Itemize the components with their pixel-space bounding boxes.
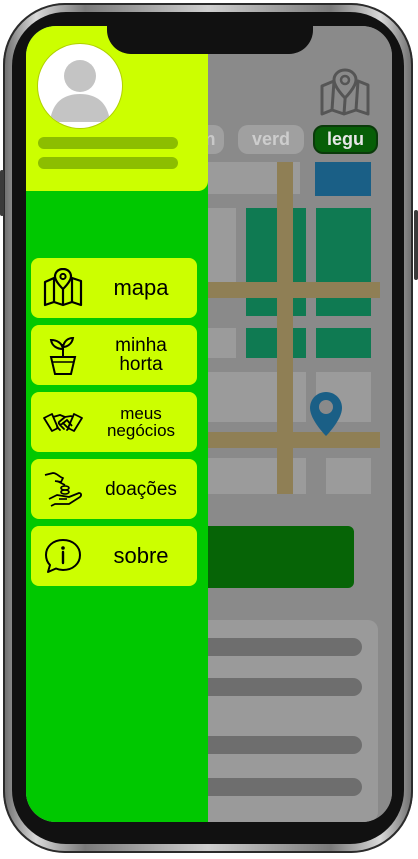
placeholder-line	[196, 778, 362, 796]
menu-item-sobre[interactable]: sobre	[31, 526, 197, 586]
map-location-icon[interactable]	[318, 68, 372, 118]
handshake-icon	[43, 413, 83, 432]
phone-notch	[107, 22, 313, 54]
menu-item-doacoes[interactable]: doações	[31, 459, 197, 519]
screen: n verd legu mapa minha horta meus negóci…	[26, 26, 392, 822]
map-pin-icon[interactable]	[308, 390, 344, 438]
map-green-area	[316, 328, 371, 358]
menu-label: minha horta	[115, 335, 167, 375]
placeholder-line	[196, 736, 362, 754]
power-button	[414, 210, 418, 280]
placeholder-line	[196, 638, 362, 656]
plant-pot-icon	[49, 336, 77, 375]
volume-button	[0, 170, 4, 216]
menu-item-minha-horta[interactable]: minha horta	[31, 325, 197, 385]
map-blue-area	[315, 162, 371, 196]
primary-button[interactable]	[186, 526, 354, 588]
map-block	[326, 458, 371, 494]
menu-label: sobre	[113, 543, 169, 568]
info-bubble-icon	[45, 539, 81, 573]
menu-label: doações	[105, 478, 177, 500]
avatar[interactable]	[38, 44, 122, 128]
profile-name-placeholder	[38, 137, 178, 149]
map-green-area	[246, 328, 306, 358]
donation-hand-icon	[44, 472, 82, 507]
user-icon	[50, 60, 110, 122]
navigation-drawer: mapa minha horta meus negócios doações s…	[26, 26, 208, 822]
menu-item-meus-negocios[interactable]: meus negócios	[31, 392, 197, 452]
placeholder-line	[196, 678, 362, 696]
menu-label: mapa	[113, 275, 169, 300]
profile-email-placeholder	[38, 157, 178, 169]
map-icon	[43, 268, 83, 307]
menu-label: meus negócios	[106, 404, 176, 440]
menu-item-mapa[interactable]: mapa	[31, 258, 197, 318]
map-green-area	[246, 208, 306, 316]
filter-chip-active[interactable]: legu	[313, 125, 378, 154]
filter-chip[interactable]: verd	[238, 125, 304, 154]
map-green-area	[316, 208, 371, 316]
